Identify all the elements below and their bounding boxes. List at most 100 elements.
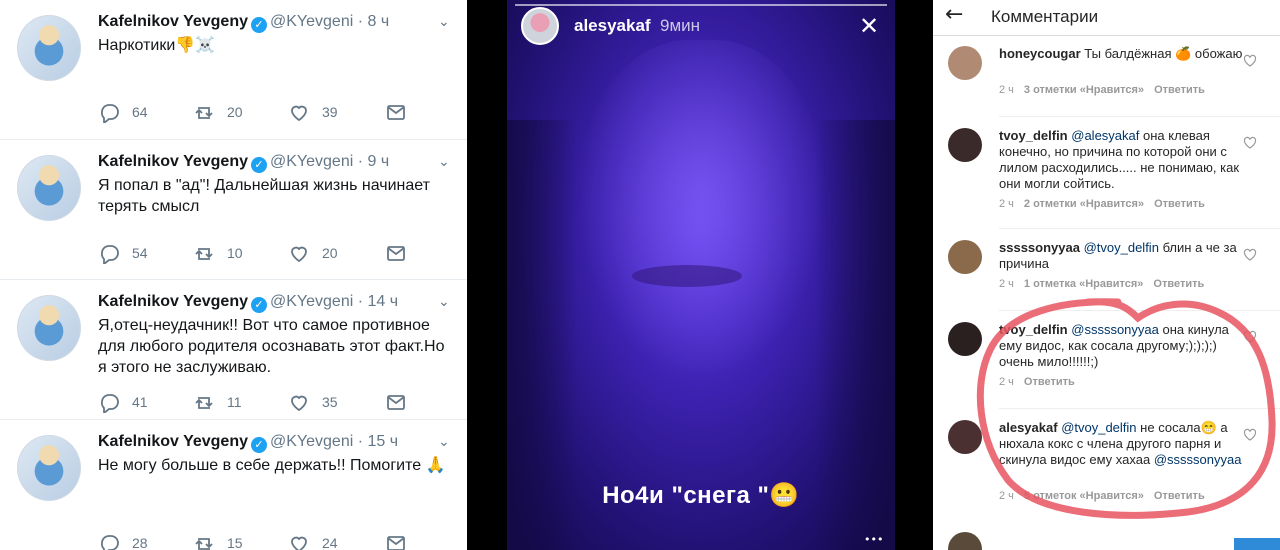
story-avatar[interactable]	[521, 7, 559, 45]
comments-title: Комментарии	[991, 7, 1099, 26]
direct-message-button[interactable]	[385, 101, 419, 123]
heart-icon[interactable]	[1243, 248, 1257, 262]
instagram-story[interactable]: alesyakaf 9мин ✕ Но4и "снега "😬 •••	[507, 0, 895, 550]
retweet-count: 20	[227, 104, 243, 120]
comments-header: ← Комментарии	[933, 0, 1280, 36]
reply-button[interactable]: 28	[98, 532, 148, 550]
comment-avatar[interactable]	[948, 240, 982, 274]
like-button[interactable]: 24	[288, 532, 338, 550]
heart-icon	[291, 105, 307, 122]
reply-link[interactable]: Ответить	[1154, 84, 1205, 96]
reply-icon	[101, 394, 119, 413]
chevron-down-icon[interactable]: ⌄	[438, 14, 450, 30]
retweet-icon	[195, 538, 213, 550]
comment-time: 2 ч	[999, 278, 1014, 290]
comment-mention[interactable]: @alesyakaf	[1071, 128, 1139, 143]
tweet-separator: ·	[357, 433, 364, 450]
like-button[interactable]: 39	[288, 101, 338, 123]
tweet-avatar[interactable]	[17, 435, 81, 501]
chevron-down-icon[interactable]: ⌄	[438, 434, 450, 450]
comment-divider	[999, 116, 1280, 117]
reply-link[interactable]: Ответить	[1154, 198, 1205, 210]
comment-text: tvoy_delfin @alesyakaf она клевая конечн…	[999, 128, 1247, 192]
tweet-author-name[interactable]: Kafelnikov Yevgeny	[98, 13, 248, 30]
envelope-icon	[387, 105, 405, 120]
tweet[interactable]: Kafelnikov Yevgeny ✓ @KYevgeni · 8 ч ⌄ Нарко…	[0, 0, 467, 140]
tweet[interactable]: Kafelnikov Yevgeny ✓ @KYevgeni · 15 ч ⌄ Не м…	[0, 420, 467, 550]
comment-text: sssssonyyaa @tvoy_delfin блин а че за пр…	[999, 240, 1247, 272]
tweet-avatar[interactable]	[17, 295, 81, 361]
tweet-actions: 28 15 24	[98, 532, 418, 550]
tweet-header: Kafelnikov Yevgeny ✓ @KYevgeni · 15 ч	[98, 433, 398, 453]
comment-likes[interactable]: 3 отметки «Нравится»	[1024, 84, 1144, 96]
tweet-handle[interactable]: @KYevgeni	[270, 433, 353, 450]
retweet-button[interactable]: 11	[193, 391, 242, 413]
reply-link[interactable]: Ответить	[1153, 278, 1204, 290]
comment-avatar[interactable]	[948, 46, 982, 80]
reply-button[interactable]: 41	[98, 391, 148, 413]
verified-icon: ✓	[251, 437, 267, 453]
back-arrow-icon[interactable]: ←	[945, 2, 963, 27]
reply-icon	[101, 245, 119, 264]
comment-likes[interactable]: 2 отметки «Нравится»	[1024, 198, 1144, 210]
more-icon[interactable]: •••	[864, 533, 883, 546]
envelope-icon	[387, 246, 405, 261]
retweet-button[interactable]: 10	[193, 242, 243, 264]
tweet[interactable]: Kafelnikov Yevgeny ✓ @KYevgeni · 9 ч ⌄ Я поп…	[0, 140, 467, 280]
tweet-avatar[interactable]	[17, 15, 81, 81]
envelope-icon	[387, 395, 405, 410]
comment-time: 2 ч	[999, 198, 1014, 210]
tweet-handle[interactable]: @KYevgeni	[270, 153, 353, 170]
heart-icon	[291, 395, 307, 412]
comment-time: 2 ч	[999, 84, 1014, 96]
tweet-separator: ·	[357, 13, 364, 30]
comment-avatar[interactable]	[948, 128, 982, 162]
comment-username[interactable]: sssssonyyaa	[999, 240, 1080, 255]
tweet-avatar[interactable]	[17, 155, 81, 221]
direct-message-button[interactable]	[385, 242, 419, 264]
chevron-down-icon[interactable]: ⌄	[438, 294, 450, 310]
reply-count: 28	[132, 535, 148, 550]
comment-body: Ты балдёжная 🍊 обожаю	[1084, 46, 1243, 61]
tweet-author-name[interactable]: Kafelnikov Yevgeny	[98, 293, 248, 310]
chevron-down-icon[interactable]: ⌄	[438, 154, 450, 170]
twitter-panel: Kafelnikov Yevgeny ✓ @KYevgeni · 8 ч ⌄ Нарко…	[0, 0, 467, 550]
retweet-button[interactable]: 20	[193, 101, 243, 123]
comment-mention[interactable]: @tvoy_delfin	[1084, 240, 1159, 255]
retweet-count: 10	[227, 245, 243, 261]
comment-avatar[interactable]	[948, 532, 982, 550]
direct-message-button[interactable]	[385, 532, 419, 550]
retweet-count: 15	[227, 535, 243, 550]
reply-icon	[101, 535, 119, 550]
like-button[interactable]: 20	[288, 242, 338, 264]
tweet[interactable]: Kafelnikov Yevgeny ✓ @KYevgeni · 14 ч ⌄ Я,от…	[0, 280, 467, 420]
comment-username[interactable]: tvoy_delfin	[999, 128, 1068, 143]
tweet-author-name[interactable]: Kafelnikov Yevgeny	[98, 433, 248, 450]
verified-icon: ✓	[251, 297, 267, 313]
comment-divider	[999, 228, 1280, 229]
comment-username[interactable]: honeycougar	[999, 46, 1081, 61]
tweet-time[interactable]: 8 ч	[368, 13, 390, 30]
tweet-time[interactable]: 15 ч	[368, 433, 399, 450]
comment-likes[interactable]: 1 отметка «Нравится»	[1024, 278, 1144, 290]
heart-icon[interactable]	[1243, 136, 1257, 150]
direct-message-button[interactable]	[385, 391, 419, 413]
like-button[interactable]: 35	[288, 391, 338, 413]
verified-icon: ✓	[251, 17, 267, 33]
story-photo-face	[577, 40, 827, 380]
like-count: 35	[322, 394, 338, 410]
heart-icon[interactable]	[1243, 54, 1257, 68]
retweet-button[interactable]: 15	[193, 532, 243, 550]
tweet-author-name[interactable]: Kafelnikov Yevgeny	[98, 153, 248, 170]
tweet-text: Я,отец-неудачник!! Вот что самое противн…	[98, 317, 445, 376]
tweet-handle[interactable]: @KYevgeni	[270, 13, 353, 30]
story-username[interactable]: alesyakaf	[574, 16, 651, 36]
retweet-icon	[195, 107, 213, 119]
reply-button[interactable]: 64	[98, 101, 148, 123]
tweet-header: Kafelnikov Yevgeny ✓ @KYevgeni · 9 ч	[98, 153, 389, 173]
tweet-handle[interactable]: @KYevgeni	[270, 293, 353, 310]
tweet-time[interactable]: 9 ч	[368, 153, 390, 170]
reply-button[interactable]: 54	[98, 242, 148, 264]
close-icon[interactable]: ✕	[859, 12, 879, 40]
tweet-time[interactable]: 14 ч	[368, 293, 399, 310]
